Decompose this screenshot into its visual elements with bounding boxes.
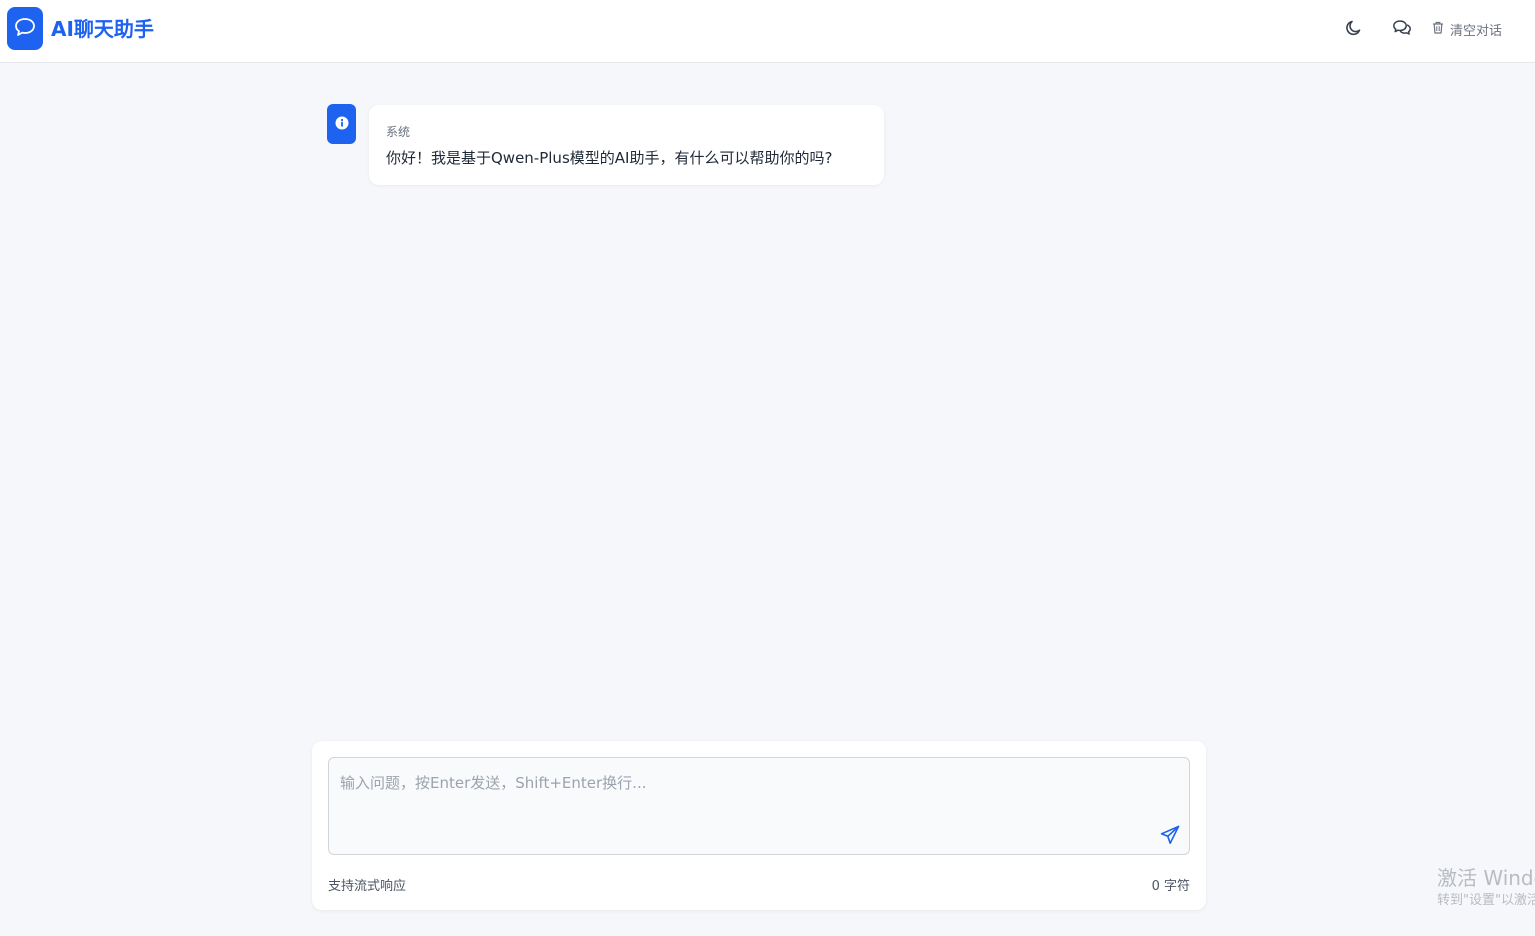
streaming-hint: 支持流式响应 xyxy=(328,879,407,894)
message-composer: 支持流式响应 0 字符 xyxy=(312,741,1206,910)
app-header: AI聊天助手 清空对话 xyxy=(0,0,1535,63)
message-sender: 系统 xyxy=(386,125,411,139)
app-logo xyxy=(7,7,43,50)
message-bubble: 系统 你好！我是基于Qwen-Plus模型的AI助手，有什么可以帮助你的吗? xyxy=(369,105,884,185)
info-icon xyxy=(335,115,349,134)
message-input[interactable] xyxy=(329,758,1189,854)
message-input-wrapper xyxy=(328,757,1190,855)
clear-conversation-label: 清空对话 xyxy=(1450,23,1503,39)
message-text: 你好！我是基于Qwen-Plus模型的AI助手，有什么可以帮助你的吗? xyxy=(386,149,833,167)
windows-activation-watermark: 激活 Windows 转到"设置"以激活 Windows。 xyxy=(1437,864,1535,910)
trash-icon xyxy=(1432,21,1444,38)
send-icon xyxy=(1160,825,1180,849)
system-avatar xyxy=(327,104,356,144)
conversations-button[interactable] xyxy=(1389,17,1415,43)
watermark-subtitle: 转到"设置"以激活 Windows。 xyxy=(1437,893,1535,908)
moon-icon xyxy=(1345,19,1363,41)
watermark-title: 激活 Windows xyxy=(1437,866,1535,890)
chat-bubble-icon xyxy=(14,17,36,41)
app-title: AI聊天助手 xyxy=(51,17,154,41)
send-button[interactable] xyxy=(1158,825,1182,849)
character-count: 0 字符 xyxy=(1151,879,1190,894)
theme-toggle-button[interactable] xyxy=(1341,17,1367,43)
clear-conversation-button[interactable]: 清空对话 xyxy=(1432,18,1502,40)
chat-bubbles-icon xyxy=(1392,19,1412,41)
